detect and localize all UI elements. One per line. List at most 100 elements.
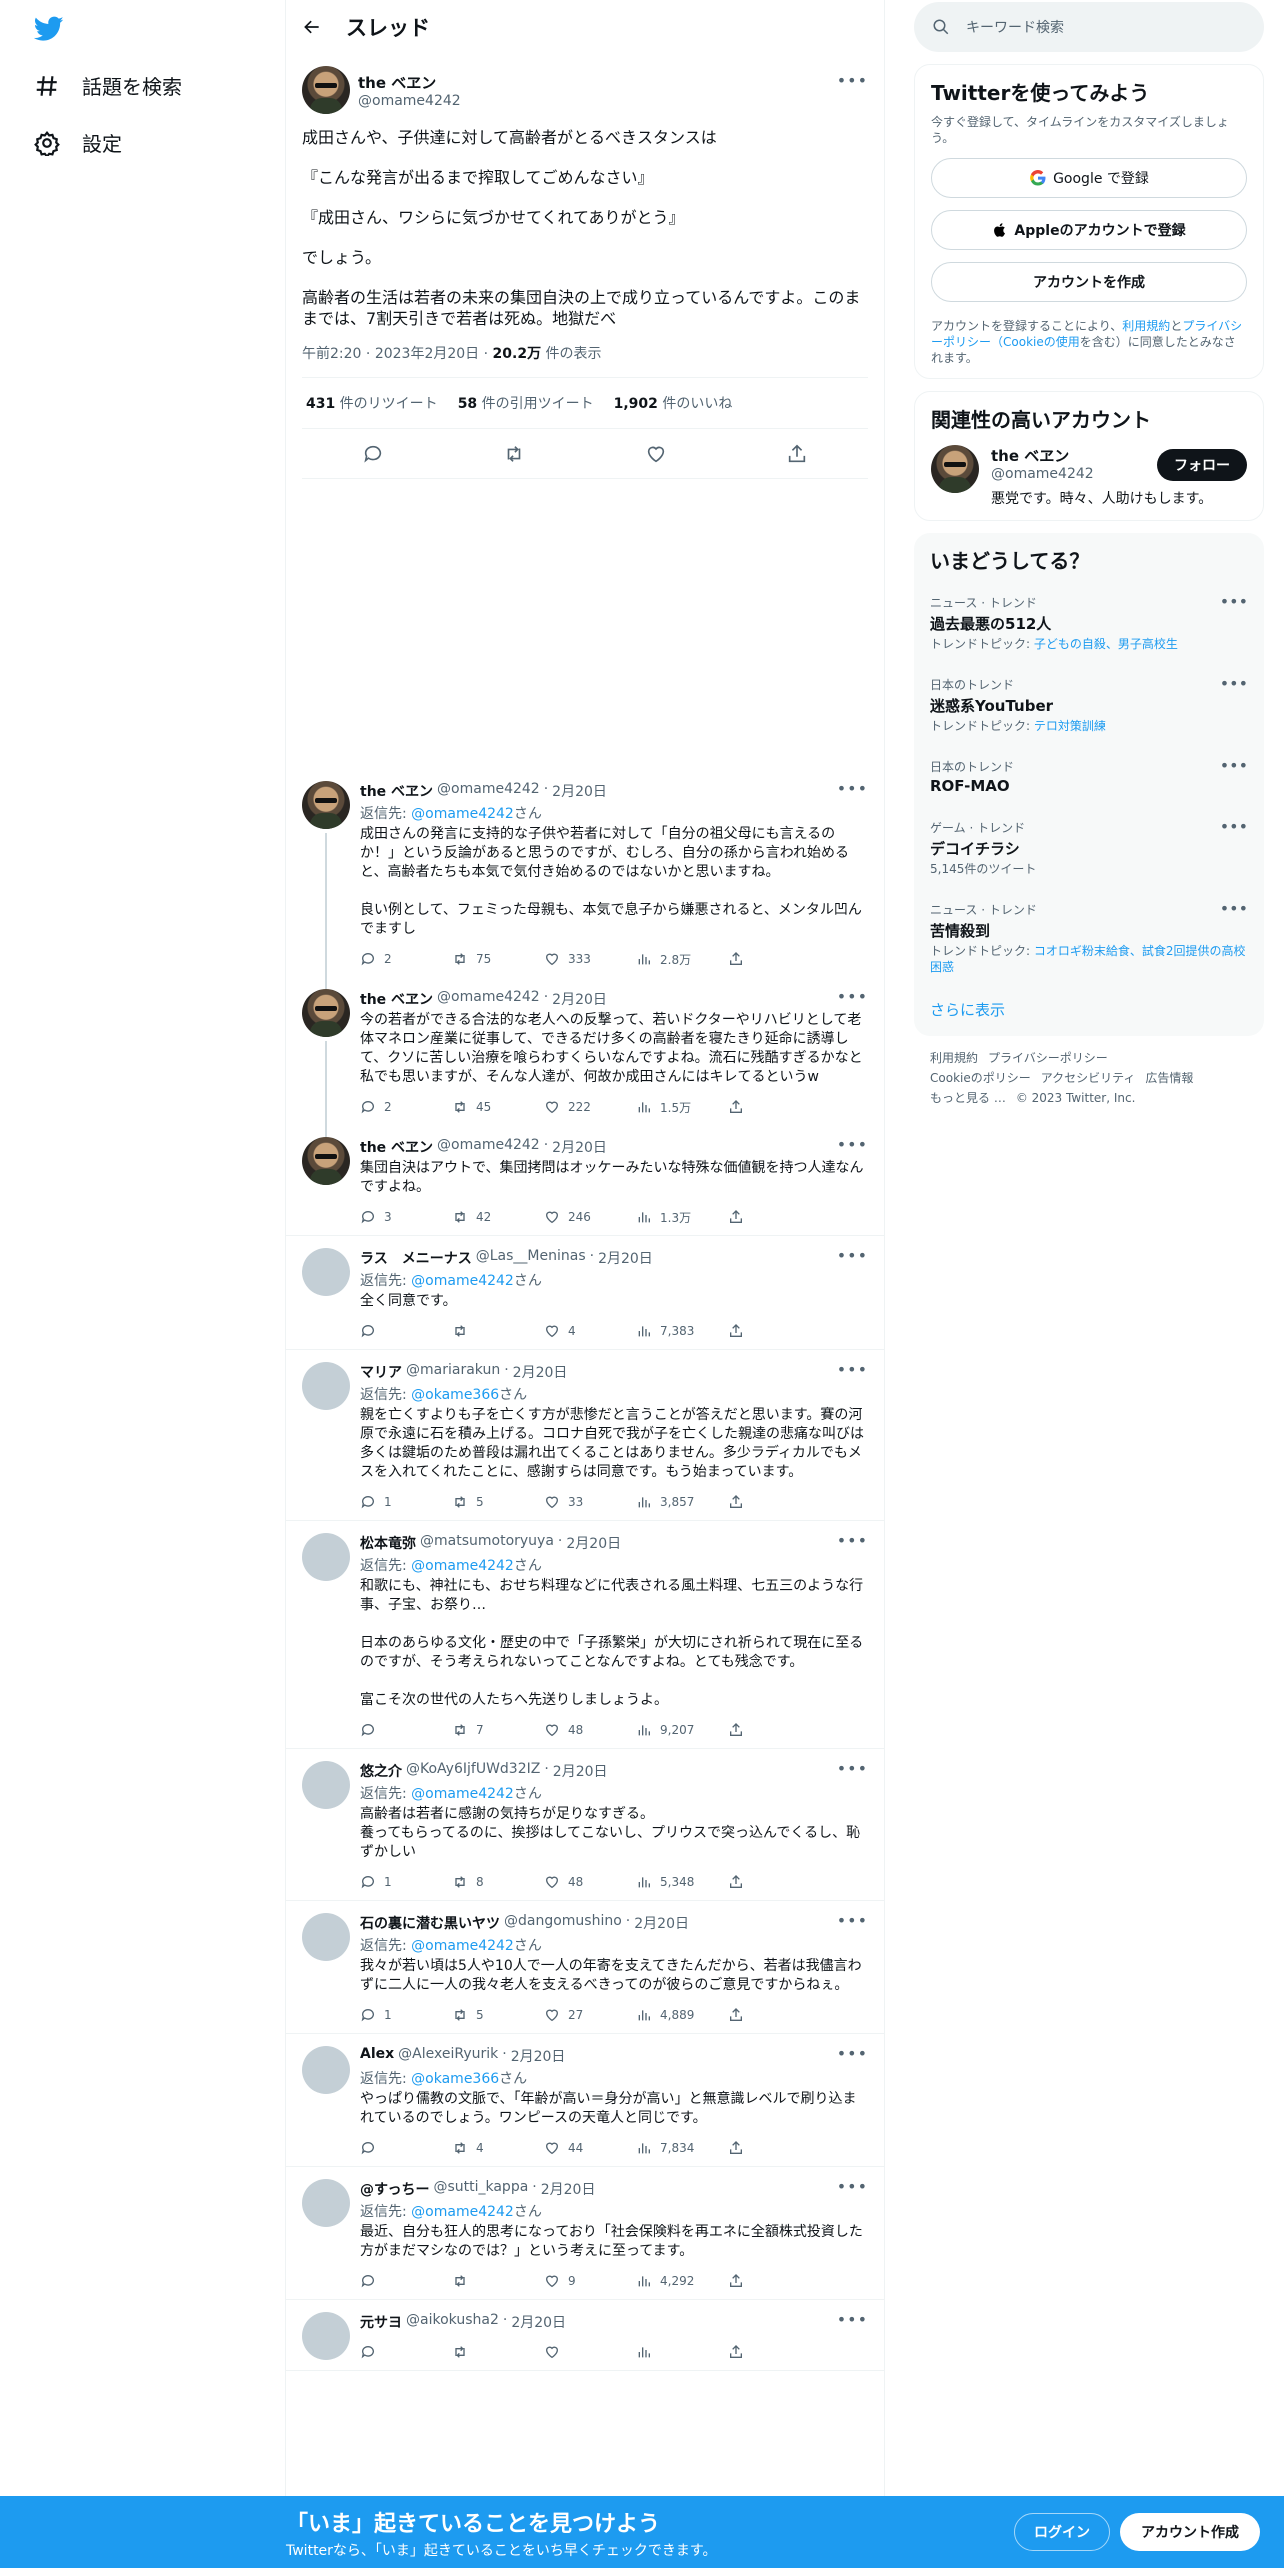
more-icon[interactable]: ••• [1220, 674, 1248, 693]
footer-link[interactable]: アクセシビリティ [1041, 1071, 1136, 1085]
author-handle[interactable]: @aikokusha2 [406, 2312, 499, 2332]
share-icon[interactable] [786, 443, 808, 465]
author-name[interactable]: the ベヱン [360, 989, 433, 1009]
quotes-stat[interactable]: 58 件の引用ツイート [458, 393, 594, 413]
reply-tweet[interactable]: 悠之介 @KoAy6IjfUWd32IZ · 2月20日 ••• 返信先: @o… [286, 1749, 884, 1901]
trend-item[interactable]: ニュース · トレンド 過去最悪の512人 トレンドトピック: 子どもの自殺、男… [930, 582, 1248, 664]
retweet-button[interactable]: 42 [452, 1209, 544, 1225]
like-button[interactable]: 48 [544, 1722, 636, 1738]
avatar[interactable] [302, 1137, 350, 1185]
reply-tweet[interactable]: マリア @mariarakun · 2月20日 ••• 返信先: @okame3… [286, 1350, 884, 1521]
show-more-link[interactable]: さらに表示 [930, 987, 1248, 1024]
nav-explore[interactable]: 話題を検索 [34, 71, 182, 100]
trend-item[interactable]: 日本のトレンド ROF-MAO ••• [930, 746, 1248, 807]
twitter-logo-icon[interactable] [33, 16, 64, 46]
author-name[interactable]: ラス メニーナス [360, 1248, 472, 1268]
author-handle[interactable]: @AlexeiRyurik [398, 2046, 498, 2066]
related-account[interactable]: the ベヱン @omame4242 悪党です。時々、人助けもします。 フォロー [931, 441, 1247, 508]
tweet-date[interactable]: 2月20日 [552, 781, 607, 801]
reply-tweet[interactable]: the ベヱン @omame4242 · 2月20日 ••• 今の若者ができる合… [286, 977, 884, 1137]
footer-link[interactable]: プライバシーポリシー [988, 1051, 1108, 1065]
trend-item[interactable]: 日本のトレンド 迷惑系YouTuber トレンドトピック: テロ対策訓練 ••• [930, 664, 1248, 746]
tweet-date[interactable]: 2月20日 [552, 1137, 607, 1157]
author-name[interactable]: the ベヱン [360, 1137, 433, 1157]
reply-to-handle[interactable]: @okame366 [411, 2071, 499, 2087]
author-handle[interactable]: @omame4242 [437, 989, 540, 1009]
tweet-date[interactable]: 2月20日 [566, 1533, 621, 1553]
avatar[interactable] [302, 2179, 350, 2227]
reply-to-handle[interactable]: @omame4242 [411, 1938, 514, 1954]
google-signup-button[interactable]: Google で登録 [931, 158, 1247, 198]
views-button[interactable]: 5,348 [636, 1874, 728, 1890]
views-button[interactable]: 1.5万 [636, 1099, 728, 1116]
share-button[interactable] [728, 2007, 820, 2023]
author-name[interactable]: 松本竜弥 [360, 1533, 416, 1553]
more-icon[interactable]: ••• [837, 1531, 868, 1550]
author-handle[interactable]: @omame4242 [437, 1137, 540, 1157]
reply-to-handle[interactable]: @omame4242 [411, 1558, 514, 1574]
more-icon[interactable]: ••• [837, 1246, 868, 1265]
author-handle[interactable]: @sutti_kappa [433, 2179, 528, 2199]
reply-button[interactable] [360, 2140, 452, 2156]
reply-button[interactable]: 1 [360, 2007, 452, 2023]
author-name[interactable]: the ベヱン [360, 781, 433, 801]
reply-to-handle[interactable]: @omame4242 [411, 2204, 514, 2220]
footer-link[interactable]: Cookieのポリシー [930, 1071, 1031, 1085]
reply-tweet[interactable]: 元サヨ @aikokusha2 · 2月20日 ••• [286, 2300, 884, 2371]
like-button[interactable]: 222 [544, 1099, 636, 1115]
reply-button[interactable]: 2 [360, 951, 452, 967]
avatar[interactable] [302, 1248, 350, 1296]
back-arrow-icon[interactable] [302, 17, 322, 37]
views-button[interactable]: 7,834 [636, 2140, 728, 2156]
tweet-date[interactable]: 2月20日 [598, 1248, 653, 1268]
footer-link[interactable]: 広告情報 [1145, 1071, 1193, 1085]
share-button[interactable] [728, 2344, 820, 2360]
reply-tweet[interactable]: the ベヱン @omame4242 · 2月20日 ••• 返信先: @oma… [286, 769, 884, 989]
avatar[interactable] [302, 66, 350, 114]
views-button[interactable] [636, 2344, 728, 2360]
tweet-date[interactable]: 2月20日 [513, 1362, 568, 1382]
reply-button[interactable]: 1 [360, 1874, 452, 1890]
author-handle[interactable]: @matsumotoryuya [420, 1533, 554, 1553]
retweet-button[interactable]: 8 [452, 1874, 544, 1890]
avatar[interactable] [302, 1761, 350, 1809]
like-button[interactable]: 9 [544, 2273, 636, 2289]
like-button[interactable]: 27 [544, 2007, 636, 2023]
search-input[interactable]: キーワード検索 [914, 2, 1264, 52]
views-button[interactable]: 4,889 [636, 2007, 728, 2023]
retweet-button[interactable]: 4 [452, 2140, 544, 2156]
views-button[interactable]: 7,383 [636, 1323, 728, 1339]
views-button[interactable]: 4,292 [636, 2273, 728, 2289]
like-button[interactable]: 48 [544, 1874, 636, 1890]
views-button[interactable]: 1.3万 [636, 1209, 728, 1226]
trend-topic-link[interactable]: テロ対策訓練 [1034, 719, 1106, 733]
footer-link[interactable]: 利用規約 [930, 1051, 978, 1065]
more-icon[interactable]: ••• [837, 2044, 868, 2063]
share-button[interactable] [728, 1722, 820, 1738]
share-button[interactable] [728, 1099, 820, 1115]
reply-to-handle[interactable]: @omame4242 [411, 1786, 514, 1802]
reply-to-handle[interactable]: @omame4242 [411, 1273, 514, 1289]
author-handle[interactable]: @Las__Meninas [476, 1248, 586, 1268]
tweet-time[interactable]: 午前2:20 [302, 346, 361, 362]
reply-tweet[interactable]: @すっちー @sutti_kappa · 2月20日 ••• 返信先: @oma… [286, 2167, 884, 2300]
apple-signup-button[interactable]: Appleのアカウントで登録 [931, 210, 1247, 250]
like-icon[interactable] [645, 443, 667, 465]
like-button[interactable]: 4 [544, 1323, 636, 1339]
share-button[interactable] [728, 951, 820, 967]
reply-button[interactable]: 2 [360, 1099, 452, 1115]
more-icon[interactable]: ••• [837, 2177, 868, 2196]
author-name[interactable]: マリア [360, 1362, 402, 1382]
share-button[interactable] [728, 2140, 820, 2156]
share-button[interactable] [728, 1874, 820, 1890]
retweet-button[interactable]: 75 [452, 951, 544, 967]
like-button[interactable] [544, 2344, 636, 2360]
more-icon[interactable]: ••• [837, 1360, 868, 1379]
trend-item[interactable]: ニュース · トレンド 苦情殺到 トレンドトピック: コオロギ粉末給食、試食2回… [930, 889, 1248, 987]
more-icon[interactable]: ••• [837, 71, 868, 90]
like-button[interactable]: 33 [544, 1494, 636, 1510]
avatar[interactable] [302, 1362, 350, 1410]
retweet-button[interactable]: 5 [452, 2007, 544, 2023]
create-account-button[interactable]: アカウントを作成 [931, 262, 1247, 302]
author-handle[interactable]: @omame4242 [358, 93, 461, 109]
